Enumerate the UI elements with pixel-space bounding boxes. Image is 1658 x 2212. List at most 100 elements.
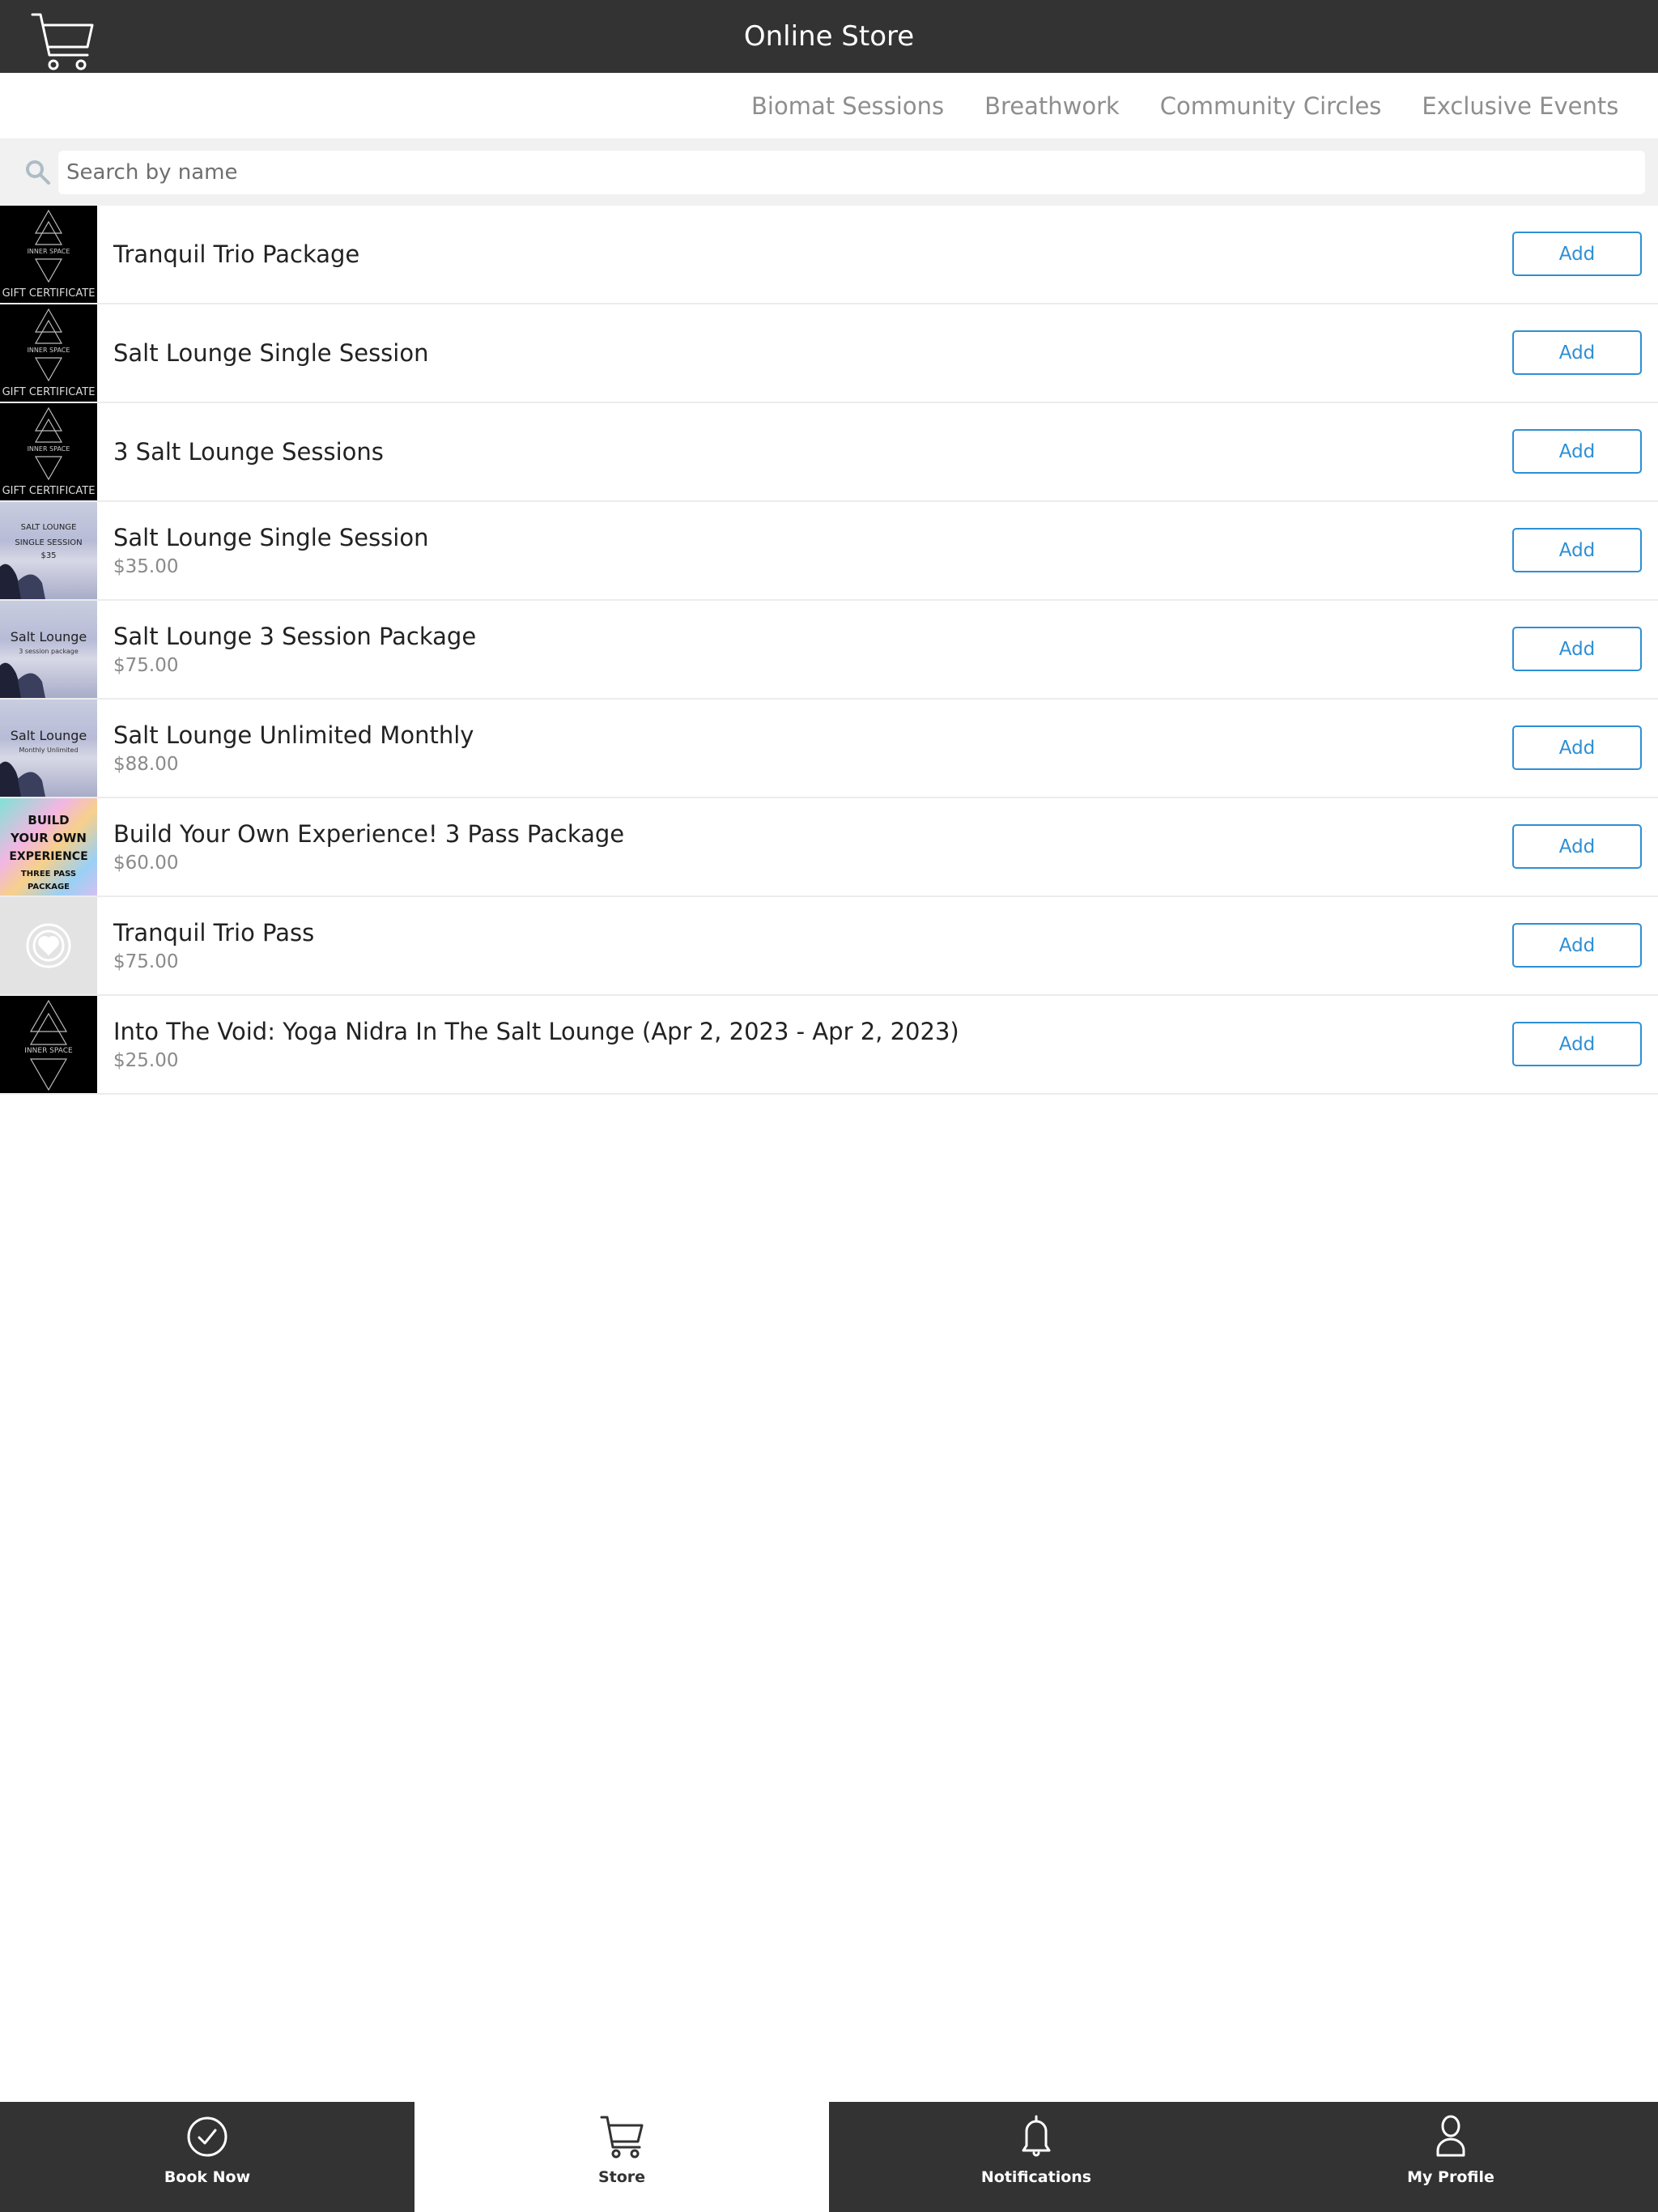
product-info: Tranquil Trio Package — [113, 206, 359, 303]
thumb-text: GIFT CERTIFICATE — [2, 485, 96, 497]
add-button[interactable]: Add — [1512, 627, 1642, 671]
product-price: $25.00 — [113, 1050, 179, 1071]
product-row[interactable]: BUILD YOUR OWN EXPERIENCE THREE PASS PAC… — [0, 798, 1658, 897]
product-info: Tranquil Trio Pass $75.00 — [113, 897, 314, 994]
thumb-text: 3 session package — [19, 648, 79, 655]
build-your-own-image: BUILD YOUR OWN EXPERIENCE THREE PASS PAC… — [9, 813, 87, 891]
search-bar — [0, 139, 1658, 206]
add-button[interactable]: Add — [1512, 330, 1642, 375]
product-price: $75.00 — [113, 655, 179, 676]
nav-book-now[interactable]: Book Now — [0, 2102, 414, 2212]
salt-lounge-image: Salt Lounge Monthly Unlimited — [0, 728, 87, 797]
bell-icon — [1022, 2115, 1051, 2157]
shopping-cart-icon — [600, 2116, 644, 2159]
product-info: Salt Lounge 3 Session Package $75.00 — [113, 601, 476, 698]
product-name: Build Your Own Experience! 3 Pass Packag… — [113, 820, 625, 848]
inner-space-logo-icon: INNER SPACE — [24, 999, 73, 1091]
page-title: Online Store — [743, 20, 915, 53]
nav-store[interactable]: Store — [414, 2102, 829, 2212]
nav-notifications[interactable]: Notifications — [829, 2102, 1244, 2212]
product-row[interactable]: Salt Lounge Monthly Unlimited Salt Loung… — [0, 700, 1658, 798]
product-thumbnail: INNER SPACE GIFT CERTIFICATE — [0, 206, 97, 303]
product-thumbnail: INNER SPACE GIFT CERTIFICATE — [0, 304, 97, 402]
nav-label: Notifications — [980, 2168, 1092, 2186]
add-button[interactable]: Add — [1512, 528, 1642, 572]
thumb-text: SALT LOUNGE — [21, 523, 77, 532]
product-thumbnail — [0, 897, 97, 994]
thumb-text: THREE PASS — [21, 870, 76, 878]
product-price: $75.00 — [113, 951, 179, 972]
product-thumbnail: INNER SPACE GIFT CERTIFICATE — [0, 403, 97, 500]
product-thumbnail: Salt Lounge 3 session package — [0, 601, 97, 698]
add-button[interactable]: Add — [1512, 923, 1642, 968]
product-info: Salt Lounge Single Session $35.00 — [113, 502, 428, 599]
product-info: Into The Void: Yoga Nidra In The Salt Lo… — [113, 996, 959, 1093]
product-price: $60.00 — [113, 853, 179, 874]
product-name: Tranquil Trio Package — [113, 240, 360, 268]
thumb-text: Salt Lounge — [11, 629, 87, 644]
inner-space-logo-icon: INNER SPACE GIFT CERTIFICATE — [2, 406, 96, 497]
thumb-text: INNER SPACE — [28, 445, 70, 453]
product-row[interactable]: SALT LOUNGE SINGLE SESSION $35 Salt Loun… — [0, 502, 1658, 601]
product-thumbnail: BUILD YOUR OWN EXPERIENCE THREE PASS PAC… — [0, 798, 97, 895]
user-icon — [1436, 2115, 1465, 2157]
add-button[interactable]: Add — [1512, 232, 1642, 276]
product-row[interactable]: INNER SPACE GIFT CERTIFICATE Salt Lounge… — [0, 304, 1658, 403]
tab-breathwork[interactable]: Breathwork — [984, 92, 1120, 120]
product-row[interactable]: Tranquil Trio Pass $75.00 Add — [0, 897, 1658, 996]
category-tabs: Biomat Sessions Breathwork Community Cir… — [0, 73, 1658, 139]
thumb-text: Salt Lounge — [11, 728, 87, 743]
app-header: Online Store — [0, 0, 1658, 73]
product-row[interactable]: INNER SPACE Into The Void: Yoga Nidra In… — [0, 996, 1658, 1095]
heart-flower-logo-icon — [26, 923, 71, 968]
add-button[interactable]: Add — [1512, 429, 1642, 474]
product-thumbnail: Salt Lounge Monthly Unlimited — [0, 700, 97, 797]
product-row[interactable]: INNER SPACE GIFT CERTIFICATE 3 Salt Loun… — [0, 403, 1658, 502]
nav-label: Store — [597, 2168, 646, 2186]
thumb-text: PACKAGE — [28, 883, 70, 891]
product-row[interactable]: INNER SPACE GIFT CERTIFICATE Tranquil Tr… — [0, 206, 1658, 304]
product-info: Salt Lounge Single Session — [113, 304, 428, 402]
thumb-text: YOUR OWN — [10, 831, 87, 845]
salt-lounge-image: SALT LOUNGE SINGLE SESSION $35 — [0, 523, 83, 599]
category-tabs-track: Biomat Sessions Breathwork Community Cir… — [751, 73, 1658, 138]
bottom-nav: Book Now Store Notifications My Profile — [0, 2102, 1658, 2212]
thumb-text: BUILD — [28, 813, 69, 827]
tab-biomat-sessions[interactable]: Biomat Sessions — [751, 92, 944, 120]
nav-label: My Profile — [1407, 2168, 1494, 2186]
product-thumbnail: SALT LOUNGE SINGLE SESSION $35 — [0, 502, 97, 599]
thumb-text: INNER SPACE — [28, 248, 70, 255]
product-price: $35.00 — [113, 556, 179, 577]
thumb-text: EXPERIENCE — [9, 850, 87, 863]
add-button[interactable]: Add — [1512, 824, 1642, 869]
product-name: Salt Lounge 3 Session Package — [113, 623, 477, 650]
thumb-text: SINGLE SESSION — [15, 538, 82, 547]
product-info: Salt Lounge Unlimited Monthly $88.00 — [113, 700, 474, 797]
product-info: 3 Salt Lounge Sessions — [113, 403, 384, 500]
nav-my-profile[interactable]: My Profile — [1244, 2102, 1658, 2212]
nav-label: Book Now — [164, 2168, 251, 2186]
product-name: 3 Salt Lounge Sessions — [113, 438, 384, 466]
thumb-text: INNER SPACE — [24, 1047, 73, 1055]
thumb-text: $35 — [40, 551, 56, 560]
product-name: Into The Void: Yoga Nidra In The Salt Lo… — [113, 1018, 959, 1045]
product-list: INNER SPACE GIFT CERTIFICATE Tranquil Tr… — [0, 206, 1658, 1095]
thumb-text: GIFT CERTIFICATE — [2, 287, 96, 300]
inner-space-logo-icon: INNER SPACE GIFT CERTIFICATE — [2, 209, 96, 300]
add-button[interactable]: Add — [1512, 725, 1642, 770]
search-input[interactable] — [58, 151, 1645, 194]
add-button[interactable]: Add — [1512, 1022, 1642, 1066]
product-name: Salt Lounge Single Session — [113, 524, 429, 551]
tab-exclusive-events[interactable]: Exclusive Events — [1422, 92, 1618, 120]
tab-community-circles[interactable]: Community Circles — [1160, 92, 1382, 120]
product-name: Salt Lounge Single Session — [113, 339, 429, 367]
thumb-text: GIFT CERTIFICATE — [2, 386, 96, 398]
search-icon — [26, 160, 50, 185]
product-row[interactable]: Salt Lounge 3 session package Salt Loung… — [0, 601, 1658, 700]
product-price: $88.00 — [113, 754, 179, 775]
check-circle-icon — [187, 2116, 227, 2157]
product-name: Tranquil Trio Pass — [113, 919, 315, 946]
product-info: Build Your Own Experience! 3 Pass Packag… — [113, 798, 624, 895]
product-thumbnail: INNER SPACE — [0, 996, 97, 1093]
thumb-text: Monthly Unlimited — [19, 747, 78, 754]
